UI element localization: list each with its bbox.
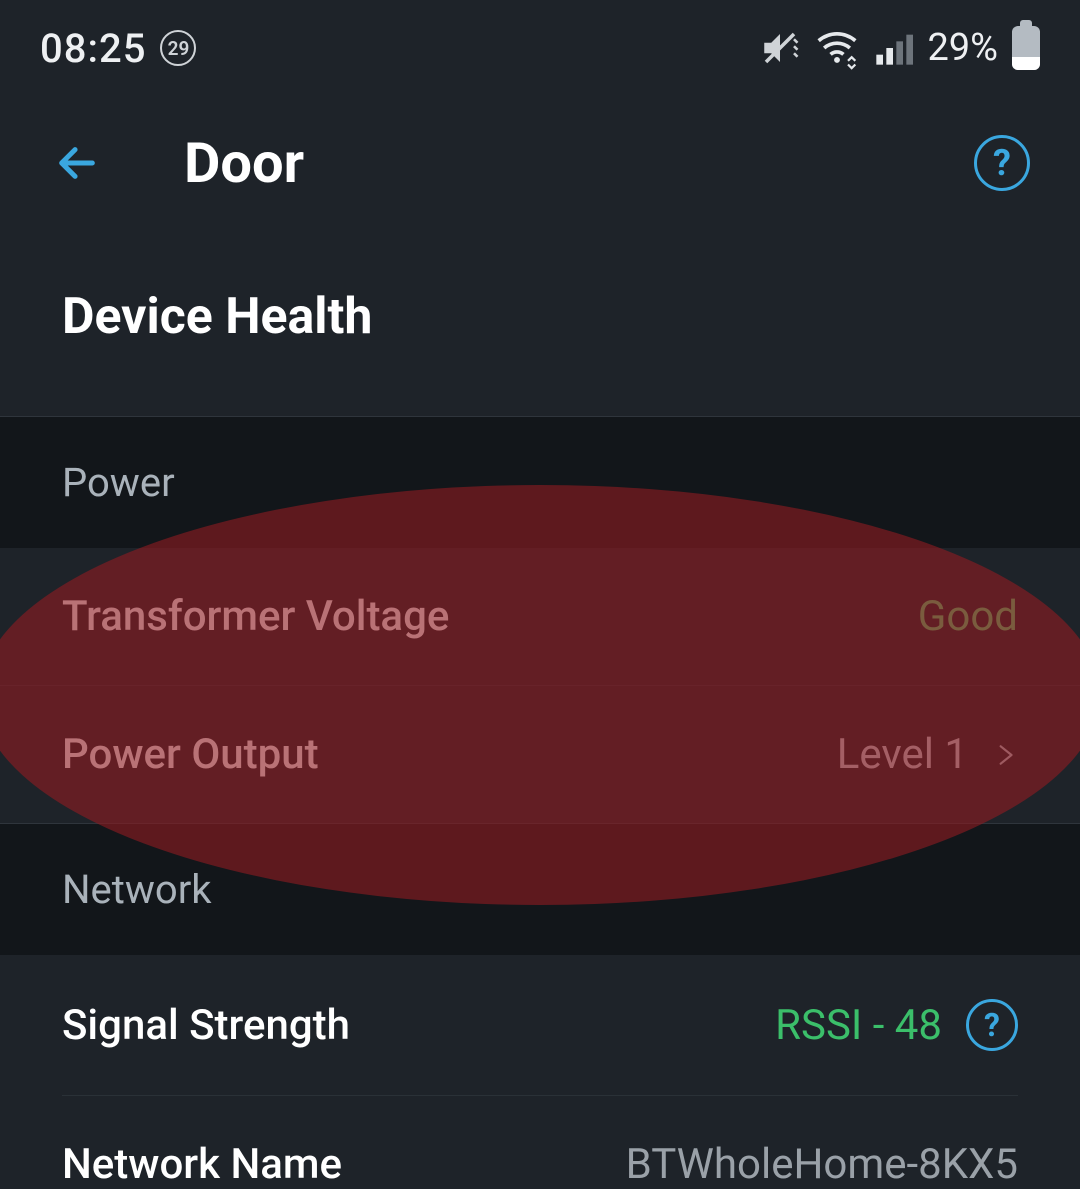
row-power-output[interactable]: Power Output Level 1 bbox=[0, 685, 1080, 823]
chevron-right-icon bbox=[992, 733, 1018, 777]
row-value: Level 1 bbox=[837, 730, 968, 779]
status-time: 08:25 bbox=[40, 25, 146, 72]
section-header-network: Network bbox=[0, 824, 1080, 955]
section-network: Network Signal Strength RSSI - 48 ? Netw… bbox=[0, 823, 1080, 1189]
mute-vibrate-icon bbox=[759, 27, 801, 69]
back-button[interactable] bbox=[50, 136, 104, 190]
help-button[interactable]: ? bbox=[974, 135, 1030, 191]
section-header-power: Power bbox=[0, 417, 1080, 548]
row-value: BTWholeHome-8KX5 bbox=[626, 1140, 1018, 1189]
row-value: RSSI - 48 bbox=[775, 1001, 942, 1050]
notification-count-badge: 29 bbox=[160, 30, 196, 66]
question-icon: ? bbox=[984, 1006, 1000, 1044]
row-transformer-voltage[interactable]: Transformer Voltage Good bbox=[0, 548, 1080, 685]
battery-icon bbox=[1012, 26, 1040, 70]
app-bar: Door ? bbox=[0, 96, 1080, 230]
row-label: Transformer Voltage bbox=[62, 592, 449, 641]
page-title: Door bbox=[184, 130, 974, 196]
section-heading-device-health: Device Health bbox=[0, 230, 1080, 416]
row-value: Good bbox=[918, 592, 1018, 641]
row-network-name[interactable]: Network Name BTWholeHome-8KX5 bbox=[0, 1096, 1080, 1189]
battery-percent-text: 29% bbox=[927, 26, 998, 70]
section-power: Power Transformer Voltage Good Power Out… bbox=[0, 416, 1080, 823]
row-label: Signal Strength bbox=[62, 1001, 350, 1050]
row-label: Network Name bbox=[62, 1140, 342, 1189]
row-signal-strength[interactable]: Signal Strength RSSI - 48 ? bbox=[0, 955, 1080, 1095]
cellular-signal-icon bbox=[873, 28, 913, 68]
status-bar: 08:25 29 bbox=[0, 0, 1080, 96]
question-icon: ? bbox=[993, 142, 1011, 184]
help-signal-strength[interactable]: ? bbox=[966, 999, 1018, 1051]
wifi-icon bbox=[815, 26, 859, 70]
arrow-left-icon bbox=[54, 140, 100, 186]
row-label: Power Output bbox=[62, 730, 319, 779]
